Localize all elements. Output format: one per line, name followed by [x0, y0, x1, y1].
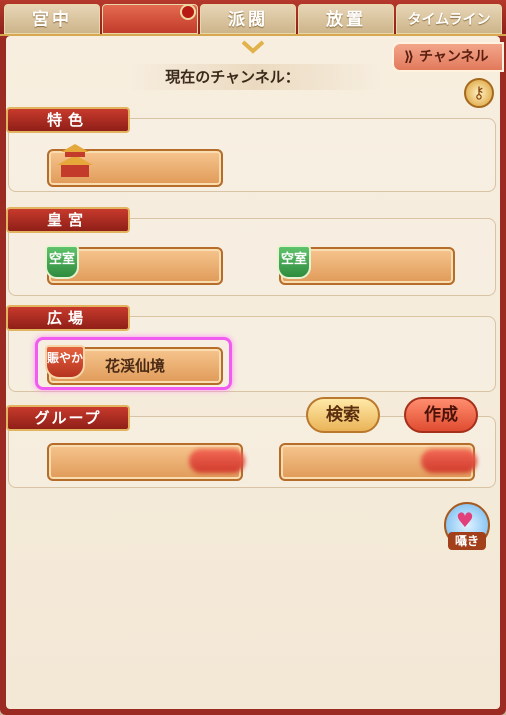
current-channel-label: 現在のチャンネル： [165, 68, 300, 86]
selection-highlight [35, 337, 232, 390]
imperial-room-2-button[interactable]: 空室 [277, 245, 455, 285]
notification-dot [180, 4, 196, 20]
tab-idle[interactable]: 放置 [298, 4, 394, 34]
group-tag [189, 449, 245, 473]
whisper-label: 囁き [448, 532, 486, 550]
current-channel-name [300, 64, 345, 90]
tab-faction[interactable]: 派閥 [200, 4, 296, 34]
status-badge: 空室 [45, 245, 79, 279]
section-imperial-title: 皇宮 [6, 207, 130, 233]
section-plaza-title: 広場 [6, 305, 130, 331]
group-tag [421, 449, 477, 473]
tab-palace[interactable]: 宮中 [4, 4, 100, 34]
tab-timeline[interactable]: タイムライン [396, 4, 502, 34]
create-button[interactable]: 作成 [404, 397, 478, 433]
section-feature-title: 特色 [6, 107, 130, 133]
section-group-title: グループ [6, 405, 130, 431]
feature-room-button[interactable] [47, 144, 223, 187]
section-imperial: 皇宮 空室 空室 [6, 207, 496, 296]
imperial-room-1-button[interactable]: 空室 [45, 245, 223, 285]
group-room-2-button[interactable] [279, 443, 477, 481]
channel-icon: ⟫ [404, 49, 415, 65]
chevron-down-icon[interactable] [241, 40, 265, 54]
channel-button-label: チャンネル [418, 49, 489, 65]
heart-icon: ♥ [456, 508, 474, 532]
search-button[interactable]: 検索 [306, 397, 380, 433]
group-room-1-button[interactable] [47, 443, 245, 481]
section-feature: 特色 [6, 107, 496, 192]
whisper-button[interactable]: ♥ 囁き [444, 502, 490, 554]
palace-icon [57, 144, 93, 177]
status-badge: 空室 [277, 245, 311, 279]
current-channel: 現在のチャンネル： [130, 64, 380, 90]
key-icon[interactable]: ⚷ [464, 78, 494, 108]
channel-button[interactable]: ⟫ チャンネル [392, 42, 504, 72]
tab-bar: 宮中 派閥 放置 タイムライン [0, 0, 506, 36]
